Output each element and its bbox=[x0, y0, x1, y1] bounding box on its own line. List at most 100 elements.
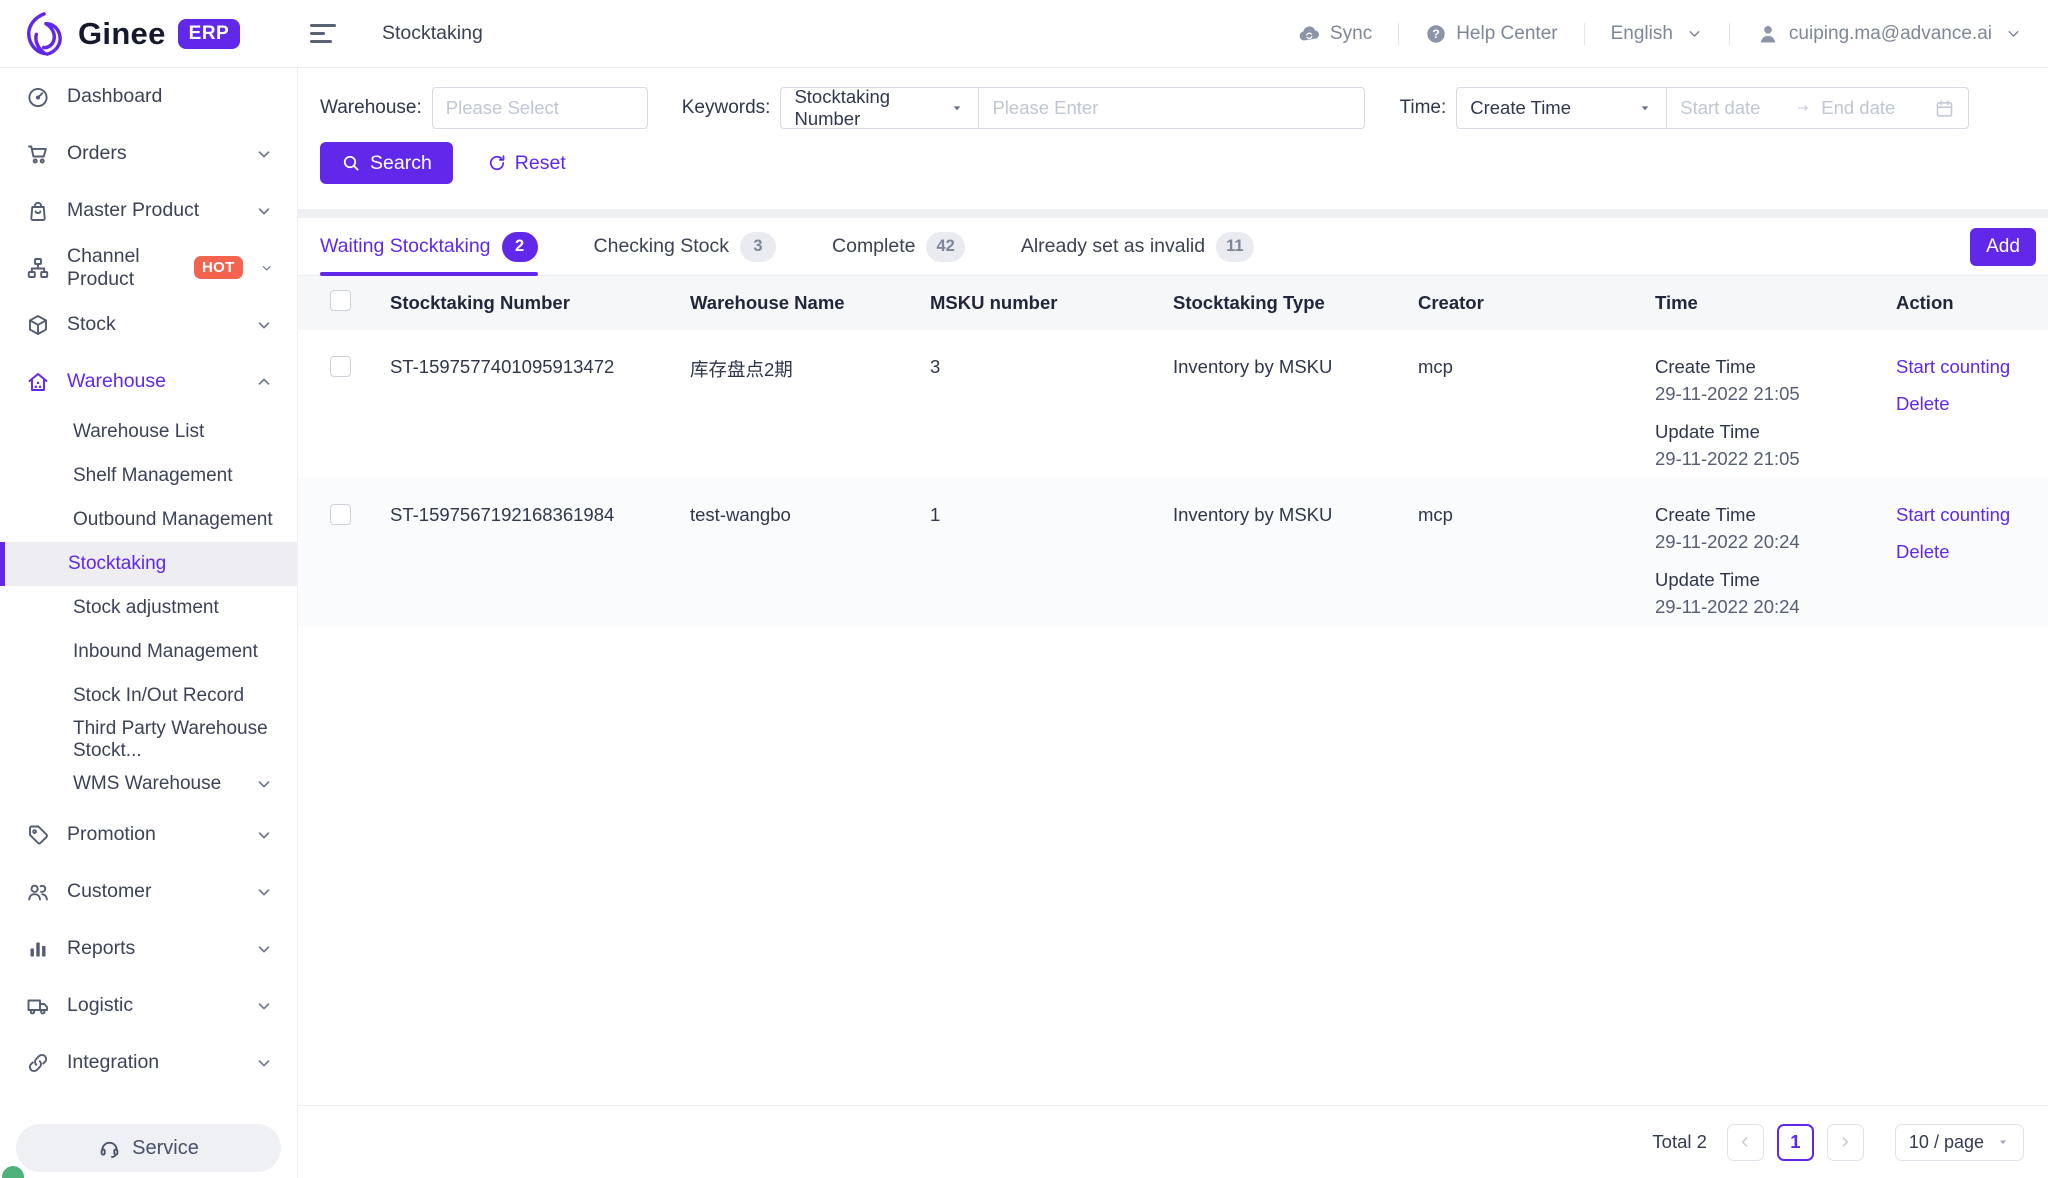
sidebar-item-inbound-management[interactable]: Inbound Management bbox=[0, 630, 297, 674]
sidebar-item-third-party-warehouse-stocktaking[interactable]: Third Party Warehouse Stockt... bbox=[0, 718, 297, 762]
cell-action: Start counting Delete bbox=[1896, 356, 2048, 415]
caret-down-icon bbox=[1637, 100, 1653, 116]
sidebar-item-outbound-management[interactable]: Outbound Management bbox=[0, 498, 297, 542]
keywords-type-select[interactable]: Stocktaking Number bbox=[781, 88, 978, 128]
warehouse-select-input[interactable] bbox=[446, 97, 634, 119]
user-menu[interactable]: cuiping.ma@advance.ai bbox=[1756, 22, 2022, 46]
sidebar-item-stock-adjustment[interactable]: Stock adjustment bbox=[0, 586, 297, 630]
update-time-label: Update Time bbox=[1655, 569, 1896, 591]
row-checkbox[interactable] bbox=[330, 504, 351, 525]
page-size-value: 10 / page bbox=[1909, 1132, 1984, 1153]
sidebar-item-shelf-management[interactable]: Shelf Management bbox=[0, 454, 297, 498]
caret-down-icon bbox=[949, 100, 965, 116]
reset-label: Reset bbox=[515, 152, 566, 175]
keywords-input-wrap bbox=[978, 88, 1364, 128]
chevron-down-icon bbox=[255, 940, 273, 958]
update-time-value: 29-11-2022 20:24 bbox=[1655, 596, 1896, 618]
users-icon bbox=[26, 880, 50, 904]
app-window: Ginee ERP Stocktaking Sync Help Center E… bbox=[0, 0, 2048, 1178]
delete-link[interactable]: Delete bbox=[1896, 393, 1949, 415]
divider bbox=[1584, 23, 1585, 45]
table-row: ST-1597567192168361984 test-wangbo 1 Inv… bbox=[298, 478, 2048, 626]
topbar-actions: Sync Help Center English cuiping.ma@adva… bbox=[1297, 22, 2048, 46]
tab-waiting-stocktaking[interactable]: Waiting Stocktaking 2 bbox=[320, 218, 538, 275]
submenu-label: Stocktaking bbox=[68, 553, 166, 575]
end-date-input[interactable] bbox=[1821, 97, 1911, 119]
submenu-label: Shelf Management bbox=[73, 465, 233, 487]
headset-icon bbox=[98, 1137, 121, 1160]
brand: Ginee ERP bbox=[0, 11, 298, 57]
delete-link[interactable]: Delete bbox=[1896, 541, 1949, 563]
tab-checking-stock[interactable]: Checking Stock 3 bbox=[594, 218, 776, 275]
add-button[interactable]: Add bbox=[1970, 228, 2036, 266]
start-date-input[interactable] bbox=[1680, 97, 1785, 119]
hot-badge: HOT bbox=[194, 256, 243, 279]
erp-badge: ERP bbox=[178, 19, 241, 49]
time-type-select[interactable]: Create Time bbox=[1457, 88, 1666, 128]
page-size-select[interactable]: 10 / page bbox=[1895, 1124, 2024, 1161]
submenu-label: Stock adjustment bbox=[73, 597, 219, 619]
cell-warehouse-name: 库存盘点2期 bbox=[690, 356, 930, 382]
dashboard-icon bbox=[26, 85, 50, 109]
next-page-button[interactable] bbox=[1827, 1124, 1864, 1161]
sidebar-item-warehouse-list[interactable]: Warehouse List bbox=[0, 410, 297, 454]
divider bbox=[1398, 23, 1399, 45]
top-bar: Ginee ERP Stocktaking Sync Help Center E… bbox=[0, 0, 2048, 68]
tab-already-set-as-invalid[interactable]: Already set as invalid 11 bbox=[1021, 218, 1254, 275]
time-compound-input: Create Time bbox=[1456, 87, 1969, 129]
select-all-checkbox[interactable] bbox=[330, 290, 351, 311]
help-center-button[interactable]: Help Center bbox=[1425, 23, 1557, 45]
warehouse-select[interactable] bbox=[432, 87, 648, 129]
tab-count-badge: 11 bbox=[1216, 232, 1253, 262]
box-icon bbox=[26, 313, 50, 337]
cell-time: Create Time 29-11-2022 21:05 Update Time… bbox=[1655, 356, 1896, 470]
date-range-picker[interactable] bbox=[1666, 88, 1968, 128]
row-checkbox[interactable] bbox=[330, 356, 351, 377]
sidebar-item-warehouse[interactable]: Warehouse bbox=[0, 353, 297, 410]
search-label: Search bbox=[370, 152, 432, 175]
sidebar-item-reports[interactable]: Reports bbox=[0, 920, 297, 977]
sidebar-item-logistic[interactable]: Logistic bbox=[0, 977, 297, 1034]
tab-complete[interactable]: Complete 42 bbox=[832, 218, 965, 275]
sidebar-item-dashboard[interactable]: Dashboard bbox=[0, 68, 297, 125]
col-action: Action bbox=[1896, 292, 2048, 314]
sidebar-item-label: Orders bbox=[67, 142, 127, 165]
service-button[interactable]: Service bbox=[16, 1124, 281, 1172]
sidebar-item-integration[interactable]: Integration bbox=[0, 1034, 297, 1091]
tab-count-badge: 2 bbox=[502, 232, 538, 262]
sidebar-item-channel-product[interactable]: Channel Product HOT bbox=[0, 239, 297, 296]
sidebar-collapse-icon[interactable] bbox=[310, 24, 336, 43]
language-selector[interactable]: English bbox=[1611, 23, 1703, 45]
cell-stocktaking-type: Inventory by MSKU bbox=[1173, 356, 1418, 378]
start-counting-link[interactable]: Start counting bbox=[1896, 504, 2010, 526]
sidebar-item-label: Master Product bbox=[67, 199, 199, 222]
user-email: cuiping.ma@advance.ai bbox=[1789, 23, 1992, 45]
sidebar-item-label: Integration bbox=[67, 1051, 159, 1074]
sidebar-item-wms-warehouse[interactable]: WMS Warehouse bbox=[0, 762, 297, 806]
sidebar-item-orders[interactable]: Orders bbox=[0, 125, 297, 182]
reset-button[interactable]: Reset bbox=[487, 152, 566, 175]
sidebar-item-customer[interactable]: Customer bbox=[0, 863, 297, 920]
cell-stocktaking-number: ST-1597577401095913472 bbox=[390, 356, 690, 378]
user-icon bbox=[1756, 22, 1780, 46]
sidebar-item-master-product[interactable]: Master Product bbox=[0, 182, 297, 239]
col-warehouse-name: Warehouse Name bbox=[690, 292, 930, 314]
sidebar-item-promotion[interactable]: Promotion bbox=[0, 806, 297, 863]
sidebar-item-label: Dashboard bbox=[67, 85, 162, 108]
sync-button[interactable]: Sync bbox=[1297, 22, 1372, 46]
sidebar-item-stock[interactable]: Stock bbox=[0, 296, 297, 353]
prev-page-button[interactable] bbox=[1727, 1124, 1764, 1161]
chevron-right-icon bbox=[1837, 1134, 1853, 1150]
sidebar-item-stocktaking[interactable]: Stocktaking bbox=[0, 542, 297, 586]
update-time-label: Update Time bbox=[1655, 421, 1896, 443]
sidebar-item-stock-in-out-record[interactable]: Stock In/Out Record bbox=[0, 674, 297, 718]
table-row: ST-1597577401095913472 库存盘点2期 3 Inventor… bbox=[298, 330, 2048, 478]
page-1-button[interactable]: 1 bbox=[1777, 1124, 1814, 1161]
start-counting-link[interactable]: Start counting bbox=[1896, 356, 2010, 378]
col-msku-number: MSKU number bbox=[930, 292, 1173, 314]
brand-name: Ginee bbox=[78, 16, 166, 52]
keywords-input[interactable] bbox=[992, 97, 1235, 119]
search-button[interactable]: Search bbox=[320, 142, 453, 184]
chevron-down-icon bbox=[2005, 25, 2022, 42]
create-time-value: 29-11-2022 20:24 bbox=[1655, 531, 1896, 553]
